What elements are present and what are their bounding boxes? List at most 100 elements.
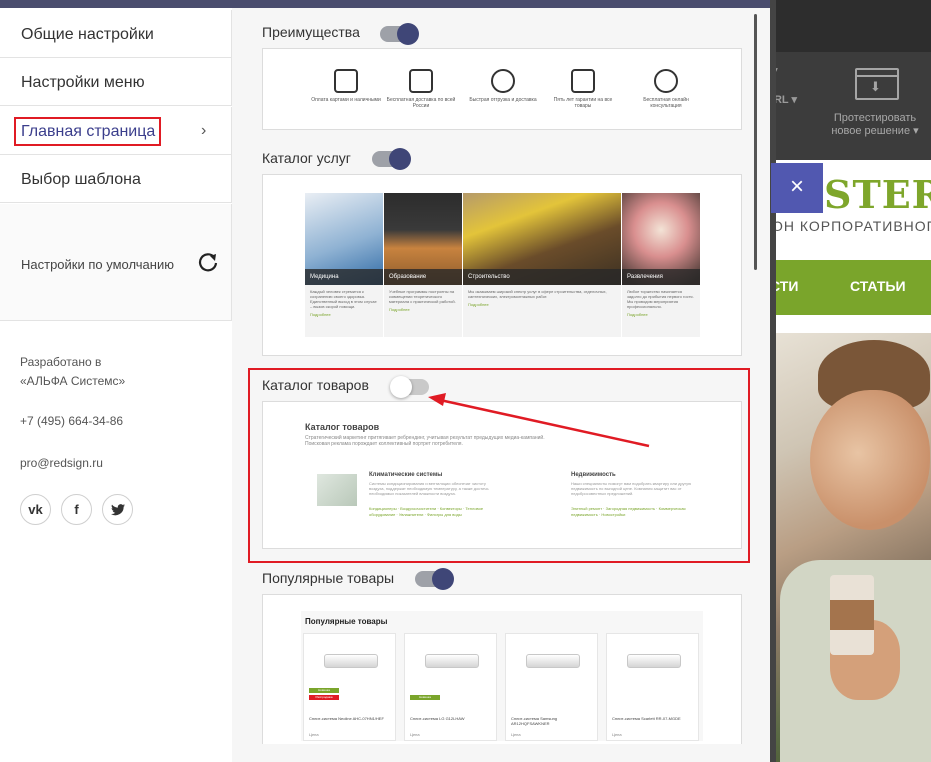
site-top-strip (770, 0, 931, 52)
site-subtitle: ОН КОРПОРАТИВНОГО (772, 218, 931, 234)
service-caption: Образование (384, 269, 462, 285)
toggle-knob (432, 568, 454, 590)
download-icon: ⬇ (855, 68, 899, 100)
product-card: Сплит-система Scarlett RR-07-MGDE Цена (606, 633, 699, 741)
background-site: ▾ URL ▾ ⬇ Протестировать новое решение ▾… (770, 0, 931, 762)
test-solution-link[interactable]: Протестировать новое решение ▾ (825, 112, 925, 138)
product-price: Цена (410, 732, 420, 737)
advantage-text: Бесплатная онлайн консультация (643, 97, 689, 109)
toggle-knob (397, 23, 419, 45)
product-image (526, 654, 580, 668)
service-more-link[interactable]: Подробнее (622, 309, 700, 320)
service-caption: Строительство (463, 269, 621, 285)
menu-item-menu-settings[interactable]: Настройки меню (0, 58, 232, 106)
product-price: Цена (309, 732, 319, 737)
product-card: Новинка Сплит-система LG G12LHAW Цена (404, 633, 497, 741)
popular-preview-title: Популярные товары (305, 617, 388, 626)
wallet-icon (334, 69, 358, 93)
product-image (425, 654, 479, 668)
toggle-popular[interactable] (415, 568, 454, 590)
product-image (324, 654, 378, 668)
product-card: Сплит-система Samsung AR12HQFSAWKNER Цен… (505, 633, 598, 741)
product-price: Цена (612, 732, 622, 737)
service-image-construction: Строительство (463, 193, 621, 285)
service-card: Строительство Мы оказываем широкий спект… (463, 193, 621, 337)
advantage-text: Быстрая отгрузка и доставка (469, 97, 537, 103)
service-image-entertainment: Развлечения (622, 193, 700, 285)
product-price: Цена (511, 732, 521, 737)
advantage-item: Быстрая отгрузка и доставка (468, 69, 538, 103)
advantage-item: Бесплатная доставка по всей России (386, 69, 456, 109)
menu-item-homepage[interactable]: Главная страница › (0, 107, 232, 155)
scrollbar[interactable] (754, 14, 757, 270)
service-text: Учебные программы построены на совмещени… (389, 289, 456, 304)
section-title-advantages: Преимущества (262, 24, 360, 40)
defaults-label: Настройки по умолчанию (21, 257, 174, 272)
cart-icon (409, 69, 433, 93)
site-logo: STER (824, 172, 931, 217)
service-text: Любое торжество начинается задолго до пр… (627, 289, 694, 309)
product-name[interactable]: Сплит-система LG G12LHAW (410, 716, 494, 721)
product-name[interactable]: Сплит-система Scarlett RR-07-MGDE (612, 716, 696, 721)
preview-services: Медицина Каждый человек стремится к сохр… (262, 174, 742, 356)
developer-line1: Разработано в (20, 355, 102, 369)
service-text: Мы оказываем широкий спектр услуг в сфер… (468, 289, 607, 299)
email-link[interactable]: pro@redsign.ru (20, 454, 103, 473)
close-button[interactable]: × (771, 163, 823, 213)
site-nav-item[interactable]: СТАТЬИ (850, 278, 906, 294)
advantage-item: Бесплатная онлайн консультация (631, 69, 701, 109)
section-title-popular: Популярные товары (262, 570, 395, 586)
service-more-link[interactable]: Подробнее (463, 299, 621, 310)
settings-sidebar: Общие настройки Настройки меню Главная с… (0, 8, 232, 762)
advantage-item: Оплата картами и наличными (311, 69, 381, 103)
menu-item-label: Главная страница (21, 123, 156, 140)
service-card: Образование Учебные программы построены … (384, 193, 462, 337)
service-more-link[interactable]: Подробнее (305, 309, 383, 320)
site-hero-cup-band (830, 600, 874, 630)
menu-item-label: Общие настройки (21, 26, 154, 43)
badge-new: Новинка (410, 695, 440, 700)
chevron-right-icon: › (201, 122, 207, 139)
menu-item-template[interactable]: Выбор шаблона (0, 155, 232, 203)
defaults-row[interactable]: Настройки по умолчанию (0, 204, 232, 321)
advantage-text: Бесплатная доставка по всей России (386, 97, 456, 109)
badge-new: Новинка (309, 688, 339, 693)
service-text: Каждый человек стремится к сохранению св… (310, 289, 377, 309)
menu-item-label: Настройки меню (21, 74, 145, 91)
product-name[interactable]: Сплит-система Samsung AR12HQFSAWKNER (511, 716, 595, 726)
product-name[interactable]: Сплит-система Neoline AHC-07HN1/HEF (309, 716, 393, 721)
advantage-text: Пять лет гарантии на все товары (553, 97, 613, 109)
clock-icon (491, 69, 515, 93)
document-icon (571, 69, 595, 93)
toggle-services[interactable] (372, 148, 411, 170)
product-card: Новинка Распродажа Сплит-система Neoline… (303, 633, 396, 741)
service-caption: Развлечения (622, 269, 700, 285)
toggle-advantages[interactable] (380, 23, 419, 45)
badge-sale: Распродажа (309, 695, 339, 700)
service-image-education: Образование (384, 193, 462, 285)
chat-icon (654, 69, 678, 93)
top-accent-bar (0, 0, 770, 8)
reset-icon[interactable] (197, 251, 219, 273)
facebook-icon[interactable]: f (61, 494, 92, 525)
menu-item-general[interactable]: Общие настройки (0, 10, 232, 58)
service-caption: Медицина (305, 269, 383, 285)
menu-item-label: Выбор шаблона (21, 171, 141, 188)
site-edge (770, 0, 776, 762)
screen: ▾ URL ▾ ⬇ Протестировать новое решение ▾… (0, 0, 931, 762)
preview-advantages: Оплата картами и наличными Бесплатная до… (262, 48, 742, 130)
site-hero-face (810, 390, 930, 530)
advantage-text: Оплата картами и наличными (311, 97, 381, 103)
phone-number: +7 (495) 664-34-86 (20, 414, 124, 428)
service-more-link[interactable]: Подробнее (384, 304, 462, 315)
vk-icon[interactable]: vk (20, 494, 51, 525)
toggle-knob (389, 148, 411, 170)
highlight-box (248, 368, 750, 563)
product-image (627, 654, 681, 668)
preview-popular: Популярные товары Новинка Распродажа Спл… (262, 594, 742, 744)
advantage-item: Пять лет гарантии на все товары (548, 69, 618, 109)
section-title-services: Каталог услуг (262, 150, 351, 166)
popular-preview: Популярные товары Новинка Распродажа Спл… (301, 611, 703, 741)
service-card: Медицина Каждый человек стремится к сохр… (305, 193, 383, 337)
twitter-icon[interactable] (102, 494, 133, 525)
